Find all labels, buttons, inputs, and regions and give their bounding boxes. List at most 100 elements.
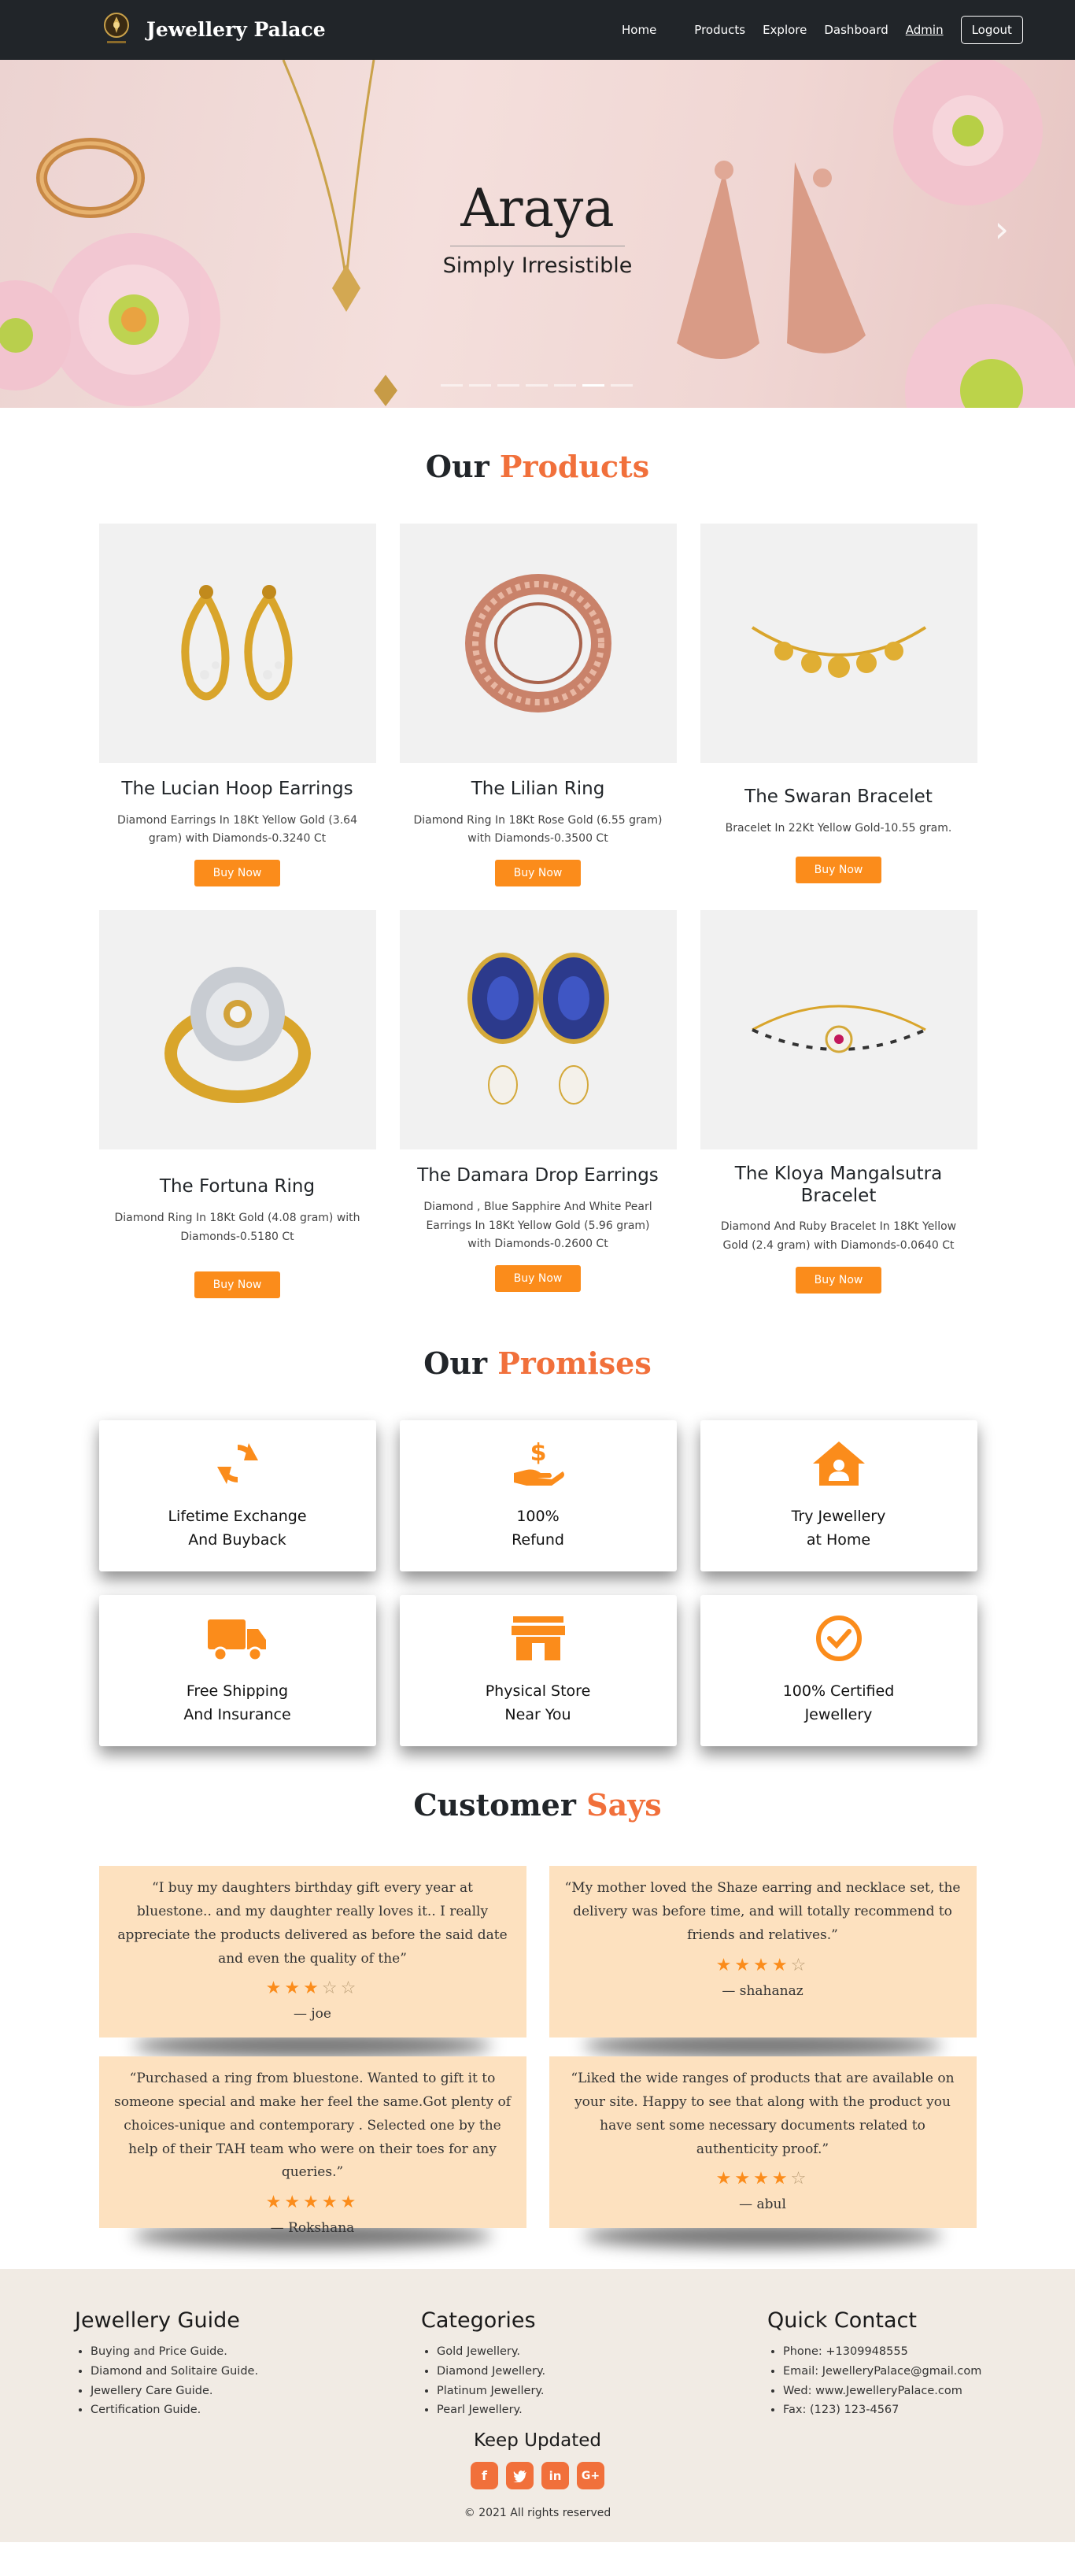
footer-link[interactable]: Diamond Jewellery.: [437, 2362, 545, 2382]
mangalsutra-bracelet-image[interactable]: [700, 910, 977, 1150]
buy-now-button[interactable]: Buy Now: [194, 1271, 281, 1299]
review-text: “I buy my daughters birthday gift every …: [117, 1880, 508, 1967]
star-empty-icon: ☆: [790, 1955, 810, 1975]
product-description: Diamond Ring In 18Kt Gold (4.08 gram) wi…: [114, 1211, 360, 1243]
contact-phone: Phone: +1309948555: [783, 2342, 981, 2362]
products-heading: Our Products: [0, 449, 1075, 484]
review-text: “Purchased a ring from bluestone. Wanted…: [113, 2071, 511, 2181]
nav-link-home[interactable]: Home: [622, 23, 656, 37]
carousel-indicator[interactable]: [469, 384, 491, 387]
buy-now-button[interactable]: Buy Now: [795, 857, 882, 884]
review-card: “I buy my daughters birthday gift every …: [98, 1866, 526, 2038]
product-card: The Damara Drop Earrings Diamond , Blue …: [399, 910, 677, 1298]
review-card: “My mother loved the Shaze earring and n…: [549, 1866, 977, 2038]
footer-categories-list: Gold Jewellery. Diamond Jewellery. Plati…: [421, 2342, 545, 2420]
star-filled-icon: ★: [303, 1978, 322, 1999]
sapphire-earrings-image[interactable]: [399, 910, 677, 1150]
star-empty-icon: ☆: [321, 1978, 341, 1999]
brand[interactable]: Jewellery Palace: [101, 9, 326, 49]
heading-plain: Our: [425, 449, 489, 484]
footer-link[interactable]: Platinum Jewellery.: [437, 2382, 545, 2401]
star-filled-icon: ★: [340, 2193, 360, 2213]
svg-text:$: $: [530, 1439, 546, 1467]
keep-updated-title: Keep Updated: [473, 2430, 602, 2452]
nav-link-products[interactable]: Products: [694, 23, 745, 37]
promise-card: Free Shipping And Insurance: [98, 1595, 376, 1747]
promise-card: $ 100% Refund: [399, 1420, 677, 1572]
footer-link[interactable]: Gold Jewellery.: [437, 2342, 545, 2362]
star-filled-icon: ★: [321, 2193, 341, 2213]
heading-accent: Says: [586, 1787, 662, 1823]
carousel-indicators: [441, 384, 639, 387]
footer-link[interactable]: Pearl Jewellery.: [437, 2400, 545, 2420]
star-filled-icon: ★: [715, 1955, 735, 1975]
review-text: “Liked the wide ranges of products that …: [571, 2071, 955, 2157]
star-rating: ★★★☆☆: [113, 1978, 512, 1998]
promise-text: 100% Certified Jewellery: [782, 1682, 895, 1723]
product-description: Diamond , Blue Sapphire And White Pearl …: [423, 1200, 652, 1251]
product-name: The Kloya Mangalsutra Bracelet: [734, 1164, 943, 1206]
rose-gold-ring-image[interactable]: [399, 524, 677, 763]
footer-guide-column: Jewellery Guide Buying and Price Guide. …: [75, 2308, 258, 2420]
review-card: “Purchased a ring from bluestone. Wanted…: [98, 2056, 526, 2236]
footer-link[interactable]: Certification Guide.: [91, 2400, 258, 2420]
contact-fax: Fax: (123) 123-4567: [783, 2400, 981, 2420]
buy-now-button[interactable]: Buy Now: [795, 1266, 882, 1294]
google-plus-icon[interactable]: G+: [577, 2462, 604, 2490]
star-filled-icon: ★: [284, 2193, 304, 2213]
star-filled-icon: ★: [771, 1955, 791, 1975]
promise-text: Lifetime Exchange And Buyback: [168, 1508, 307, 1549]
buy-now-button[interactable]: Buy Now: [194, 860, 281, 887]
footer-link[interactable]: Diamond and Solitaire Guide.: [91, 2362, 258, 2382]
footer-link[interactable]: Jewellery Care Guide.: [91, 2382, 258, 2401]
carousel-indicator[interactable]: [611, 384, 633, 387]
copyright: © 2021 All rights reserved: [464, 2507, 611, 2520]
nav-link-explore[interactable]: Explore: [763, 23, 807, 37]
promises-heading: Our Promises: [0, 1345, 1075, 1381]
sync-icon: [99, 1436, 376, 1491]
twitter-icon[interactable]: [506, 2462, 534, 2490]
star-filled-icon: ★: [734, 1955, 754, 1975]
logout-button[interactable]: Logout: [960, 16, 1023, 44]
nav-link-admin[interactable]: Admin: [906, 23, 944, 37]
home-user-icon: [700, 1436, 977, 1491]
buy-now-button[interactable]: Buy Now: [494, 860, 582, 887]
hoop-earrings-image[interactable]: [98, 524, 376, 763]
promise-text: Physical Store Near You: [485, 1682, 591, 1723]
store-icon: [400, 1611, 677, 1666]
review-author: — joe: [294, 2006, 331, 2023]
carousel-indicator[interactable]: [526, 384, 548, 387]
contact-email[interactable]: Email: JewelleryPalace@gmail.com: [783, 2362, 981, 2382]
promise-text: Free Shipping And Insurance: [183, 1682, 291, 1723]
truck-icon: [99, 1611, 376, 1666]
carousel-next-icon[interactable]: ›: [995, 208, 1009, 250]
carousel-indicator[interactable]: [497, 384, 519, 387]
diamond-ring-image[interactable]: [98, 910, 376, 1150]
footer-guide-list: Buying and Price Guide. Diamond and Soli…: [75, 2342, 258, 2420]
promise-text: 100% Refund: [512, 1508, 564, 1549]
nav-link-dashboard[interactable]: Dashboard: [824, 23, 888, 37]
nav-links: Home Products Explore Dashboard Admin Lo…: [622, 0, 1023, 60]
product-card: The Fortuna Ring Diamond Ring In 18Kt Go…: [98, 910, 376, 1299]
promise-card: 100% Certified Jewellery: [700, 1595, 977, 1747]
linkedin-icon[interactable]: in: [541, 2462, 569, 2490]
star-filled-icon: ★: [753, 1955, 772, 1975]
facebook-icon[interactable]: f: [471, 2462, 498, 2490]
star-filled-icon: ★: [303, 2193, 322, 2213]
gold-bracelet-image[interactable]: [700, 524, 977, 763]
brand-name: Jewellery Palace: [146, 17, 326, 41]
carousel-indicator-active[interactable]: [582, 384, 604, 387]
navbar: Jewellery Palace Home Products Explore D…: [0, 0, 1075, 60]
star-filled-icon: ★: [284, 1978, 304, 1999]
refund-hand-icon: $: [400, 1436, 677, 1491]
carousel-indicator[interactable]: [554, 384, 576, 387]
carousel-indicator[interactable]: [441, 384, 463, 387]
buy-now-button[interactable]: Buy Now: [494, 1265, 582, 1293]
heading-plain: Our: [423, 1345, 487, 1382]
review-author: — Rokshana: [270, 2220, 355, 2237]
contact-website[interactable]: Wed: www.JewelleryPalace.com: [783, 2382, 981, 2401]
star-rating: ★★★★★: [113, 2193, 512, 2212]
product-card: The Lilian Ring Diamond Ring In 18Kt Ros…: [399, 524, 677, 887]
review-text: “My mother loved the Shaze earring and n…: [564, 1880, 961, 1943]
footer-link[interactable]: Buying and Price Guide.: [91, 2342, 258, 2362]
